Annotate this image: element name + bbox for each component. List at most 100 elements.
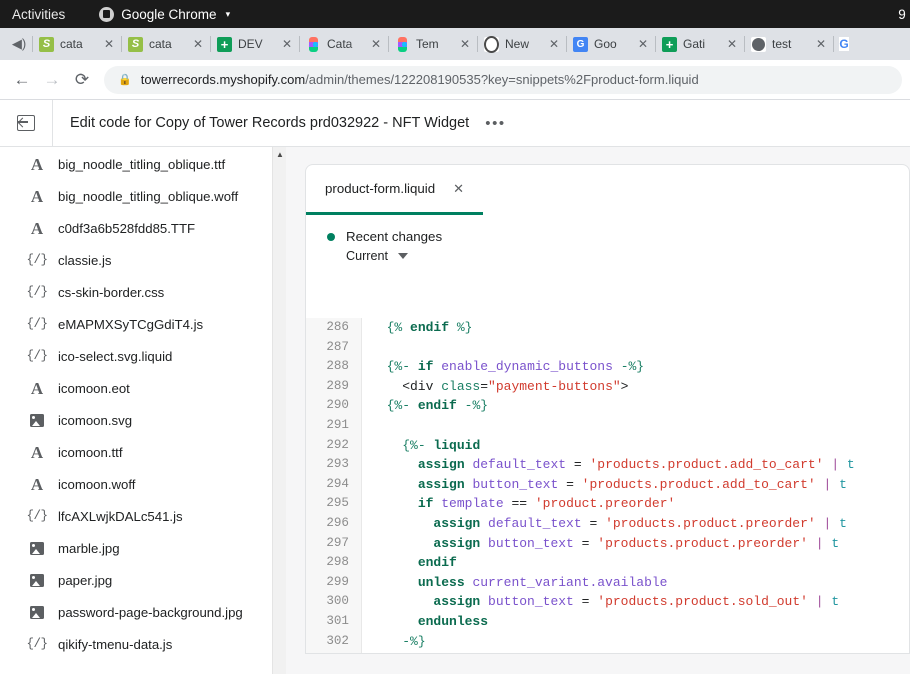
- reload-button[interactable]: ⟳: [68, 66, 96, 94]
- image-file-icon: [29, 542, 45, 555]
- version-select[interactable]: Current: [346, 249, 909, 263]
- activities-button[interactable]: Activities: [12, 7, 65, 22]
- code-line[interactable]: 299 unless current_variant.available: [306, 573, 909, 593]
- line-number: 298: [306, 553, 362, 573]
- code-line[interactable]: 298 endif: [306, 553, 909, 573]
- font-file-icon: A: [29, 476, 45, 493]
- list-item[interactable]: Abig_noodle_titling_oblique.ttf: [0, 148, 286, 180]
- browser-tab[interactable]: Gati✕: [656, 28, 744, 60]
- list-item[interactable]: Aicomoon.ttf: [0, 436, 286, 468]
- code-text: assign button_text = 'products.product.p…: [362, 534, 839, 554]
- code-line[interactable]: 302 -%}: [306, 632, 909, 652]
- list-item[interactable]: {/}lfcAXLwjkDALc541.js: [0, 500, 286, 532]
- code-line[interactable]: 295 if template == 'product.preorder': [306, 494, 909, 514]
- list-item[interactable]: password-page-background.jpg: [0, 596, 286, 628]
- file-name: lfcAXLwjkDALc541.js: [58, 509, 183, 524]
- list-item[interactable]: Aicomoon.woff: [0, 468, 286, 500]
- list-item[interactable]: {/}classie.js: [0, 244, 286, 276]
- list-item[interactable]: {/}qikify-tmenu-data.js: [0, 628, 286, 660]
- code-token: [371, 457, 418, 472]
- tab-favicon-google[interactable]: [834, 37, 854, 51]
- system-clock[interactable]: 9: [898, 0, 906, 28]
- code-text: endif: [362, 553, 457, 573]
- code-text: assign default_text = 'products.product.…: [362, 514, 847, 534]
- close-icon[interactable]: ✕: [281, 38, 293, 50]
- browser-tab[interactable]: Tem✕: [389, 28, 477, 60]
- exit-code-editor-button[interactable]: [0, 100, 52, 147]
- code-line[interactable]: 288 {%- if enable_dynamic_buttons -%}: [306, 357, 909, 377]
- browser-tab[interactable]: Goo✕: [567, 28, 655, 60]
- back-button[interactable]: ←: [8, 66, 36, 94]
- code-line[interactable]: 289 <div class="payment-buttons">: [306, 377, 909, 397]
- recent-changes-section: Recent changes Current: [306, 215, 909, 263]
- code-file-icon: {/}: [29, 253, 45, 267]
- code-line[interactable]: 286 {% endif %}: [306, 318, 909, 338]
- list-item[interactable]: Abig_noodle_titling_oblique.woff: [0, 180, 286, 212]
- browser-tab[interactable]: DEV✕: [211, 28, 299, 60]
- browser-tab[interactable]: test✕: [745, 28, 833, 60]
- sidebar-scrollbar[interactable]: ▲: [272, 147, 286, 674]
- browser-tab[interactable]: cata✕: [33, 28, 121, 60]
- code-line[interactable]: 297 assign button_text = 'products.produ…: [306, 534, 909, 554]
- code-line[interactable]: 287: [306, 338, 909, 358]
- code-token: =: [566, 457, 589, 472]
- code-line[interactable]: 296 assign default_text = 'products.prod…: [306, 514, 909, 534]
- list-item[interactable]: icomoon.svg: [0, 404, 286, 436]
- list-item[interactable]: {/}ico-select.svg.liquid: [0, 340, 286, 372]
- browser-tab[interactable]: cata✕: [122, 28, 210, 60]
- forward-button[interactable]: →: [38, 66, 66, 94]
- browser-tab[interactable]: New✕: [478, 28, 566, 60]
- code-token: if: [418, 496, 434, 511]
- list-item[interactable]: {/}cs-skin-border.css: [0, 276, 286, 308]
- list-item[interactable]: Aicomoon.eot: [0, 372, 286, 404]
- tab-product-form-liquid[interactable]: product-form.liquid ✕: [306, 165, 483, 215]
- line-number: 301: [306, 612, 362, 632]
- lock-icon: 🔒: [118, 73, 132, 86]
- close-icon[interactable]: ✕: [370, 38, 382, 50]
- shopify-icon: [128, 37, 143, 52]
- address-bar-url: towerrecords.myshopify.com/admin/themes/…: [141, 72, 699, 87]
- code-line[interactable]: 301 endunless: [306, 612, 909, 632]
- code-token: t: [839, 477, 847, 492]
- code-line[interactable]: 291: [306, 416, 909, 436]
- file-name: qikify-tmenu-data.js: [58, 637, 172, 652]
- list-item[interactable]: paper.jpg: [0, 564, 286, 596]
- code-editor[interactable]: 286 {% endif %}287288 {%- if enable_dyna…: [306, 318, 909, 653]
- close-icon[interactable]: ✕: [548, 38, 560, 50]
- code-text: [362, 338, 371, 358]
- close-icon[interactable]: ✕: [453, 182, 464, 195]
- code-line[interactable]: 293 assign default_text = 'products.prod…: [306, 455, 909, 475]
- list-item[interactable]: {/}eMAPMXSyTCgGdiT4.js: [0, 308, 286, 340]
- code-token: [371, 575, 418, 590]
- code-line[interactable]: 300 assign button_text = 'products.produ…: [306, 592, 909, 612]
- file-name: paper.jpg: [58, 573, 112, 588]
- active-app-menu[interactable]: Google Chrome ▾: [99, 7, 230, 22]
- list-item[interactable]: Ac0df3a6b528fdd85.TTF: [0, 212, 286, 244]
- line-number: 286: [306, 318, 362, 338]
- list-item[interactable]: marble.jpg: [0, 532, 286, 564]
- admin-header: Edit code for Copy of Tower Records prd0…: [0, 100, 910, 147]
- close-icon[interactable]: ✕: [192, 38, 204, 50]
- code-token: default_text: [488, 516, 582, 531]
- more-actions-button[interactable]: •••: [485, 116, 506, 131]
- address-bar[interactable]: 🔒 towerrecords.myshopify.com/admin/theme…: [104, 66, 902, 94]
- file-name: icomoon.ttf: [58, 445, 123, 460]
- close-icon[interactable]: ✕: [726, 38, 738, 50]
- code-line[interactable]: 303: [306, 651, 909, 653]
- code-line[interactable]: 292 {%- liquid: [306, 436, 909, 456]
- line-number: 299: [306, 573, 362, 593]
- chromium-icon: [484, 37, 499, 52]
- close-icon[interactable]: ✕: [637, 38, 649, 50]
- code-token: =: [480, 379, 488, 394]
- close-icon[interactable]: ✕: [103, 38, 115, 50]
- close-icon[interactable]: ✕: [459, 38, 471, 50]
- close-icon[interactable]: ✕: [815, 38, 827, 50]
- browser-tab[interactable]: Cata✕: [300, 28, 388, 60]
- file-name: marble.jpg: [58, 541, 120, 556]
- code-token: 'products.product.sold_out': [597, 594, 808, 609]
- page-title: Edit code for Copy of Tower Records prd0…: [70, 115, 469, 131]
- scroll-up-icon[interactable]: ▲: [273, 147, 286, 161]
- code-line[interactable]: 290 {%- endif -%}: [306, 396, 909, 416]
- code-line[interactable]: 294 assign button_text = 'products.produ…: [306, 475, 909, 495]
- status-dot-icon: [327, 233, 335, 241]
